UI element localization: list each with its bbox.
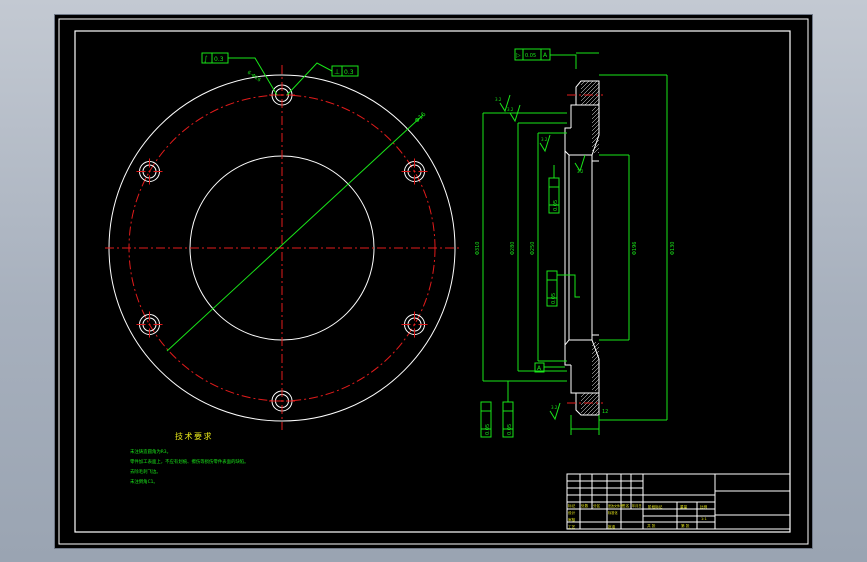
hatch-line-32 <box>594 410 600 416</box>
hatch-line-12 <box>591 107 600 116</box>
tech-requirements: 技术要求 未注铸造圆角为R3。 零件加工表面上，不应有划痕、擦伤等损伤零件表面的… <box>130 431 249 485</box>
tb-mark: 标记 <box>568 503 576 508</box>
dim-inner: Φ130 <box>670 242 676 255</box>
hatch-line-39 <box>591 362 600 371</box>
hatch-line-17 <box>591 127 600 136</box>
tol-frame-1-sym: ∫ <box>204 55 208 63</box>
hatch-line-13 <box>591 111 600 120</box>
roughness-2-text: 3.2 <box>507 107 514 112</box>
tb-date: 年月日 <box>632 503 642 508</box>
inner-frame-1-text: 0.05 <box>553 200 559 211</box>
section-view: Φ310 Φ280 Φ250 Φ196 Φ130 12 ▷ 0.05 A 0.0… <box>475 48 676 438</box>
tech-req-title: 技术要求 <box>175 431 213 441</box>
hatch-line-44 <box>591 382 600 391</box>
tb-weight: 重量 <box>680 504 688 509</box>
title-block: 标记 处数 分区 更改文件号 签名 年月日 设计 标准化 审核 工艺 批准 阶段… <box>566 473 791 530</box>
hatch-line-43 <box>591 378 600 387</box>
tb-stage: 阶段标记 <box>648 504 663 509</box>
hatch-line-22 <box>593 147 600 154</box>
left-frame-1-sym-box <box>480 401 492 412</box>
tb-zone: 分区 <box>593 503 601 508</box>
dim-bore: Φ250 <box>530 242 536 255</box>
hatch-line-6 <box>580 86 600 106</box>
tb-sheet-total: 共 张 <box>647 523 656 528</box>
hatch-line-23 <box>597 151 600 154</box>
top-frame-datum: A <box>543 52 548 59</box>
inner-frame-2-text: 0.05 <box>551 293 557 304</box>
hatch-line-24 <box>580 392 586 398</box>
hatch-line-45 <box>594 386 600 392</box>
tb-review: 审核 <box>568 517 576 522</box>
tech-req-line-1: 未注铸造圆角为R3。 <box>130 448 171 455</box>
tb-approve: 批准 <box>608 524 616 529</box>
hatch-line-1 <box>580 80 586 86</box>
hatch-line-14 <box>591 115 600 124</box>
roughness-1-text: 3.2 <box>495 97 502 102</box>
tol-frame-2-leader <box>286 62 333 96</box>
outer-border <box>58 18 809 545</box>
section-hatch <box>580 80 600 416</box>
inner-frame-1-sym-box <box>548 177 560 188</box>
hatch-line-11 <box>591 106 597 112</box>
left-frame-1-text: 0.05 <box>485 424 491 435</box>
hatch-line-41 <box>591 370 600 379</box>
dim-bottom-small: 12 <box>602 409 608 415</box>
diameter-text: Φ16 <box>414 111 428 125</box>
tb-count: 处数 <box>581 503 589 508</box>
hatch-line-7 <box>584 90 600 106</box>
roughness-5-text: 3.2 <box>551 405 558 410</box>
tb-scale: 比例 <box>700 504 708 509</box>
roughness-3-text: 3.2 <box>541 137 548 142</box>
dim-pitch: Φ280 <box>510 242 516 255</box>
roughness-4-text: 3.2 <box>577 169 584 174</box>
hatch-line-25 <box>580 392 590 402</box>
hatch-line-15 <box>591 119 600 128</box>
hatch-line-31 <box>590 406 600 416</box>
hatch-line-40 <box>591 366 600 375</box>
tol-frame-1-val: 0.3 <box>214 56 224 63</box>
hatch-line-42 <box>591 374 600 383</box>
dim-outer: Φ310 <box>475 242 481 255</box>
cad-drawing: Φ16 ∫ 0.3 6-Φ16 ⊥ 0.3 技术要求 未注铸造圆角为R3。 零件… <box>58 18 809 545</box>
dim-face: Φ196 <box>632 242 638 255</box>
hatch-line-38 <box>591 358 600 367</box>
tol-frame-2-sym: ⊥ <box>334 68 340 76</box>
hatch-line-29 <box>582 398 600 416</box>
hole-note: 6-Φ16 <box>246 70 262 84</box>
hatch-line-35 <box>591 346 600 355</box>
left-frame-2-sym-box <box>502 401 514 412</box>
front-view: Φ16 ∫ 0.3 6-Φ16 ⊥ 0.3 <box>105 52 460 430</box>
inner-frame-2-sym-box <box>546 270 558 281</box>
top-frame-val: 0.05 <box>525 53 536 59</box>
tb-change: 更改文件号 <box>608 503 623 508</box>
hatch-line-28 <box>580 394 600 414</box>
tech-req-line-3: 去除毛刺飞边。 <box>130 468 161 475</box>
hatch-line-5 <box>580 82 600 102</box>
tech-req-line-2: 零件加工表面上，不应有划痕、擦伤等损伤零件表面的缺陷。 <box>130 458 249 465</box>
tb-sheet-num: 第 张 <box>681 523 690 528</box>
tb-design: 设计 <box>568 510 576 515</box>
hatch-line-8 <box>588 94 600 106</box>
diameter-leader <box>166 114 424 352</box>
tb-standard: 标准化 <box>608 510 618 515</box>
left-frame-2-text: 0.05 <box>507 424 513 435</box>
hatch-line-16 <box>591 123 600 132</box>
hatch-line-37 <box>591 354 600 363</box>
cad-viewport[interactable]: Φ16 ∫ 0.3 6-Φ16 ⊥ 0.3 技术要求 未注铸造圆角为R3。 零件… <box>55 15 812 548</box>
tb-scale-value: 1:1 <box>701 517 707 521</box>
tech-req-line-4: 未注倒角C1。 <box>130 478 158 485</box>
top-frame-sym: ▷ <box>516 52 521 59</box>
tb-sign: 签名 <box>622 503 630 508</box>
top-frame-leader <box>550 54 577 69</box>
tol-frame-2-val: 0.3 <box>344 69 354 76</box>
hatch-line-27 <box>580 392 598 410</box>
tb-process: 工艺 <box>568 524 576 529</box>
hatch-line-2 <box>580 80 590 90</box>
